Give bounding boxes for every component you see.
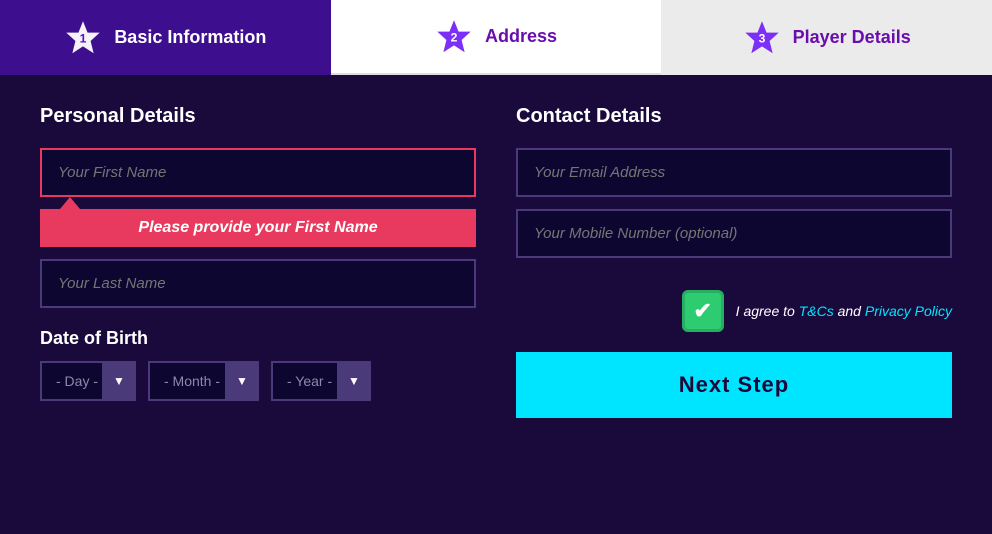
svg-text:3: 3: [758, 31, 765, 45]
right-column: Contact Details ✔ I agree to T&Cs and Pr…: [516, 105, 952, 418]
month-select[interactable]: - Month -: [148, 361, 259, 401]
error-message: Please provide your First Name: [40, 209, 476, 247]
step-3-icon: 3: [743, 19, 781, 57]
error-arrow: [60, 197, 80, 209]
svg-text:1: 1: [80, 31, 87, 45]
year-select-wrapper: - Year -: [271, 361, 371, 401]
step-1[interactable]: 1 Basic Information: [0, 0, 331, 75]
terms-checkbox[interactable]: ✔: [682, 290, 724, 332]
tc-link[interactable]: T&Cs: [799, 303, 834, 319]
checkmark-icon: ✔: [693, 298, 711, 324]
step-3-label: Player Details: [793, 27, 911, 48]
terms-text: I agree to T&Cs and Privacy Policy: [736, 303, 952, 319]
step-2-icon: 2: [435, 18, 473, 56]
email-input[interactable]: [516, 148, 952, 197]
svg-text:2: 2: [451, 30, 458, 44]
personal-details-title: Personal Details: [40, 105, 476, 128]
mobile-input[interactable]: [516, 209, 952, 258]
year-select[interactable]: - Year -: [271, 361, 371, 401]
step-3[interactable]: 3 Player Details: [661, 0, 992, 75]
first-name-input[interactable]: [40, 148, 476, 197]
terms-row: ✔ I agree to T&Cs and Privacy Policy: [516, 290, 952, 332]
privacy-link[interactable]: Privacy Policy: [865, 303, 952, 319]
step-1-label: Basic Information: [114, 27, 266, 48]
day-select[interactable]: - Day -: [40, 361, 136, 401]
steps-bar: 1 Basic Information 2 Address 3 Player D…: [0, 0, 992, 75]
next-step-button[interactable]: Next Step: [516, 352, 952, 418]
dob-label: Date of Birth: [40, 328, 476, 349]
last-name-input[interactable]: [40, 259, 476, 308]
step-1-icon: 1: [64, 19, 102, 57]
month-select-wrapper: - Month -: [148, 361, 259, 401]
left-column: Personal Details Please provide your Fir…: [40, 105, 476, 418]
contact-details-title: Contact Details: [516, 105, 952, 128]
terms-text-middle: and: [834, 303, 865, 319]
step-2[interactable]: 2 Address: [331, 0, 662, 75]
day-select-wrapper: - Day -: [40, 361, 136, 401]
main-content: Personal Details Please provide your Fir…: [0, 75, 992, 448]
dob-row: - Day - - Month - - Year -: [40, 361, 476, 401]
step-2-label: Address: [485, 26, 557, 47]
terms-text-before: I agree to: [736, 303, 799, 319]
error-tooltip-wrapper: Please provide your First Name: [40, 197, 476, 247]
